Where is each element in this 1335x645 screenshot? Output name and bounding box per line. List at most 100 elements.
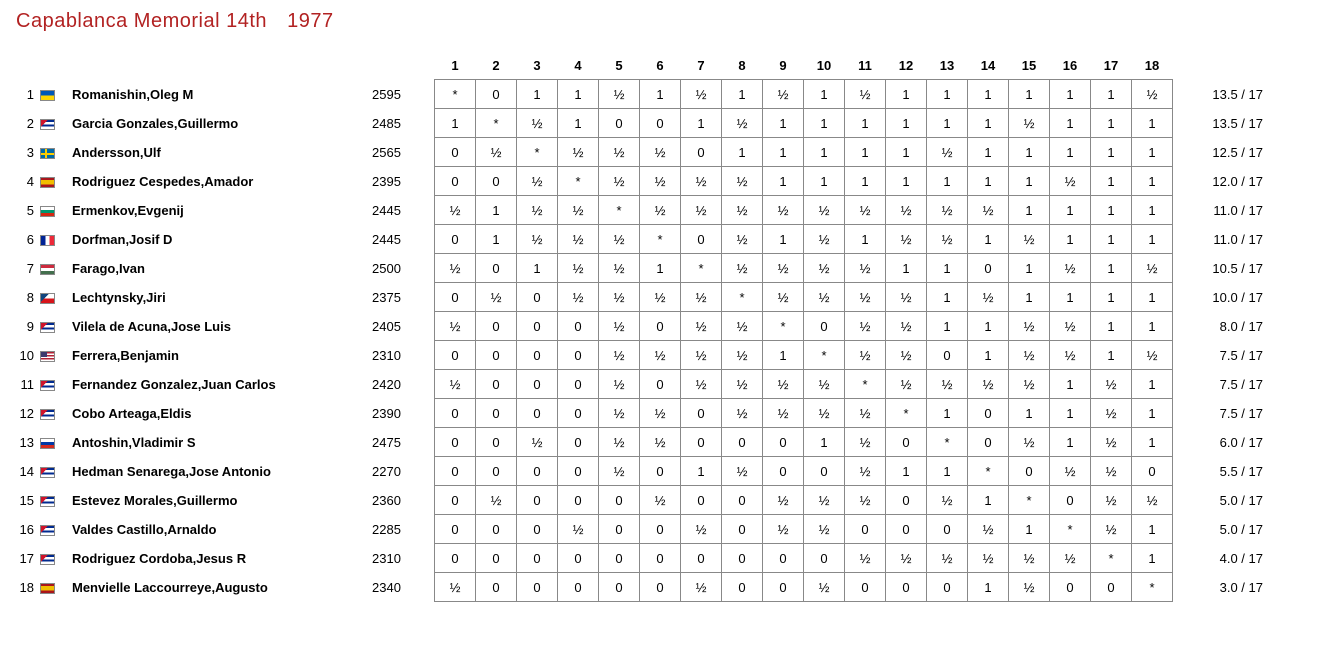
- result-cell[interactable]: ½: [804, 196, 845, 225]
- result-cell[interactable]: 0: [599, 109, 640, 138]
- result-cell[interactable]: 1: [763, 109, 804, 138]
- result-cell[interactable]: ½: [886, 196, 927, 225]
- result-cell[interactable]: 1: [1009, 80, 1050, 109]
- result-cell[interactable]: ½: [968, 544, 1009, 573]
- result-cell[interactable]: ½: [681, 283, 722, 312]
- result-cell[interactable]: 1: [558, 109, 599, 138]
- result-cell[interactable]: *: [681, 254, 722, 283]
- result-cell[interactable]: ½: [845, 341, 886, 370]
- result-cell[interactable]: ½: [517, 428, 558, 457]
- result-cell[interactable]: 0: [640, 312, 681, 341]
- result-cell[interactable]: 1: [517, 254, 558, 283]
- result-cell[interactable]: 0: [476, 573, 517, 602]
- result-cell[interactable]: *: [476, 109, 517, 138]
- result-cell[interactable]: 0: [1050, 573, 1091, 602]
- result-cell[interactable]: 1: [968, 80, 1009, 109]
- result-cell[interactable]: ½: [517, 109, 558, 138]
- result-cell[interactable]: ½: [558, 225, 599, 254]
- player-name[interactable]: Vilela de Acuna,Jose Luis: [66, 312, 372, 341]
- result-cell[interactable]: ½: [968, 370, 1009, 399]
- result-cell[interactable]: ½: [517, 167, 558, 196]
- result-cell[interactable]: 1: [1009, 196, 1050, 225]
- result-cell[interactable]: ½: [476, 138, 517, 167]
- result-cell[interactable]: 0: [435, 428, 476, 457]
- result-cell[interactable]: ½: [435, 370, 476, 399]
- result-cell[interactable]: ½: [886, 312, 927, 341]
- result-cell[interactable]: 0: [435, 486, 476, 515]
- result-cell[interactable]: 0: [681, 399, 722, 428]
- result-cell[interactable]: 1: [1009, 399, 1050, 428]
- result-cell[interactable]: ½: [1050, 312, 1091, 341]
- result-cell[interactable]: 0: [845, 515, 886, 544]
- result-cell[interactable]: ½: [640, 486, 681, 515]
- result-cell[interactable]: 0: [681, 225, 722, 254]
- result-cell[interactable]: ½: [640, 428, 681, 457]
- result-cell[interactable]: ½: [1009, 109, 1050, 138]
- result-cell[interactable]: 1: [1132, 109, 1173, 138]
- result-cell[interactable]: 0: [435, 457, 476, 486]
- result-cell[interactable]: ½: [886, 544, 927, 573]
- result-cell[interactable]: 0: [968, 254, 1009, 283]
- result-cell[interactable]: ½: [558, 196, 599, 225]
- result-cell[interactable]: 0: [476, 167, 517, 196]
- result-cell[interactable]: ½: [845, 457, 886, 486]
- result-cell[interactable]: 1: [968, 109, 1009, 138]
- result-cell[interactable]: 0: [968, 428, 1009, 457]
- result-cell[interactable]: 1: [886, 80, 927, 109]
- result-cell[interactable]: ½: [435, 196, 476, 225]
- result-cell[interactable]: 1: [640, 254, 681, 283]
- result-cell[interactable]: ½: [927, 370, 968, 399]
- result-cell[interactable]: 1: [968, 167, 1009, 196]
- result-cell[interactable]: 0: [640, 573, 681, 602]
- player-name[interactable]: Ferrera,Benjamin: [66, 341, 372, 370]
- result-cell[interactable]: ½: [640, 399, 681, 428]
- result-cell[interactable]: ½: [804, 515, 845, 544]
- player-name[interactable]: Farago,Ivan: [66, 254, 372, 283]
- result-cell[interactable]: ½: [763, 515, 804, 544]
- result-cell[interactable]: 1: [1132, 225, 1173, 254]
- result-cell[interactable]: ½: [845, 312, 886, 341]
- result-cell[interactable]: 0: [886, 573, 927, 602]
- result-cell[interactable]: 1: [1091, 341, 1132, 370]
- result-cell[interactable]: ½: [1009, 573, 1050, 602]
- result-cell[interactable]: ½: [1009, 428, 1050, 457]
- result-cell[interactable]: 1: [804, 428, 845, 457]
- result-cell[interactable]: ½: [1091, 370, 1132, 399]
- result-cell[interactable]: ½: [845, 428, 886, 457]
- result-cell[interactable]: 1: [558, 80, 599, 109]
- result-cell[interactable]: ½: [968, 283, 1009, 312]
- result-cell[interactable]: ½: [722, 312, 763, 341]
- result-cell[interactable]: 1: [1132, 196, 1173, 225]
- result-cell[interactable]: ½: [558, 283, 599, 312]
- result-cell[interactable]: 0: [435, 225, 476, 254]
- result-cell[interactable]: 0: [435, 341, 476, 370]
- result-cell[interactable]: 0: [804, 457, 845, 486]
- result-cell[interactable]: 0: [1009, 457, 1050, 486]
- result-cell[interactable]: 0: [722, 428, 763, 457]
- result-cell[interactable]: ½: [640, 167, 681, 196]
- result-cell[interactable]: 1: [1132, 544, 1173, 573]
- result-cell[interactable]: 0: [476, 341, 517, 370]
- result-cell[interactable]: ½: [845, 196, 886, 225]
- result-cell[interactable]: ½: [804, 486, 845, 515]
- result-cell[interactable]: 0: [435, 515, 476, 544]
- result-cell[interactable]: 1: [640, 80, 681, 109]
- result-cell[interactable]: 0: [804, 544, 845, 573]
- result-cell[interactable]: 1: [1132, 399, 1173, 428]
- result-cell[interactable]: 1: [1050, 428, 1091, 457]
- result-cell[interactable]: 1: [968, 486, 1009, 515]
- result-cell[interactable]: 0: [886, 428, 927, 457]
- result-cell[interactable]: 1: [722, 138, 763, 167]
- result-cell[interactable]: ½: [1050, 254, 1091, 283]
- result-cell[interactable]: 0: [517, 457, 558, 486]
- result-cell[interactable]: *: [640, 225, 681, 254]
- result-cell[interactable]: 1: [1091, 312, 1132, 341]
- result-cell[interactable]: 1: [1050, 109, 1091, 138]
- result-cell[interactable]: 0: [476, 80, 517, 109]
- result-cell[interactable]: 1: [968, 573, 1009, 602]
- result-cell[interactable]: 1: [927, 283, 968, 312]
- result-cell[interactable]: 0: [722, 573, 763, 602]
- result-cell[interactable]: 1: [1050, 370, 1091, 399]
- result-cell[interactable]: 0: [476, 428, 517, 457]
- player-name[interactable]: Romanishin,Oleg M: [66, 80, 372, 109]
